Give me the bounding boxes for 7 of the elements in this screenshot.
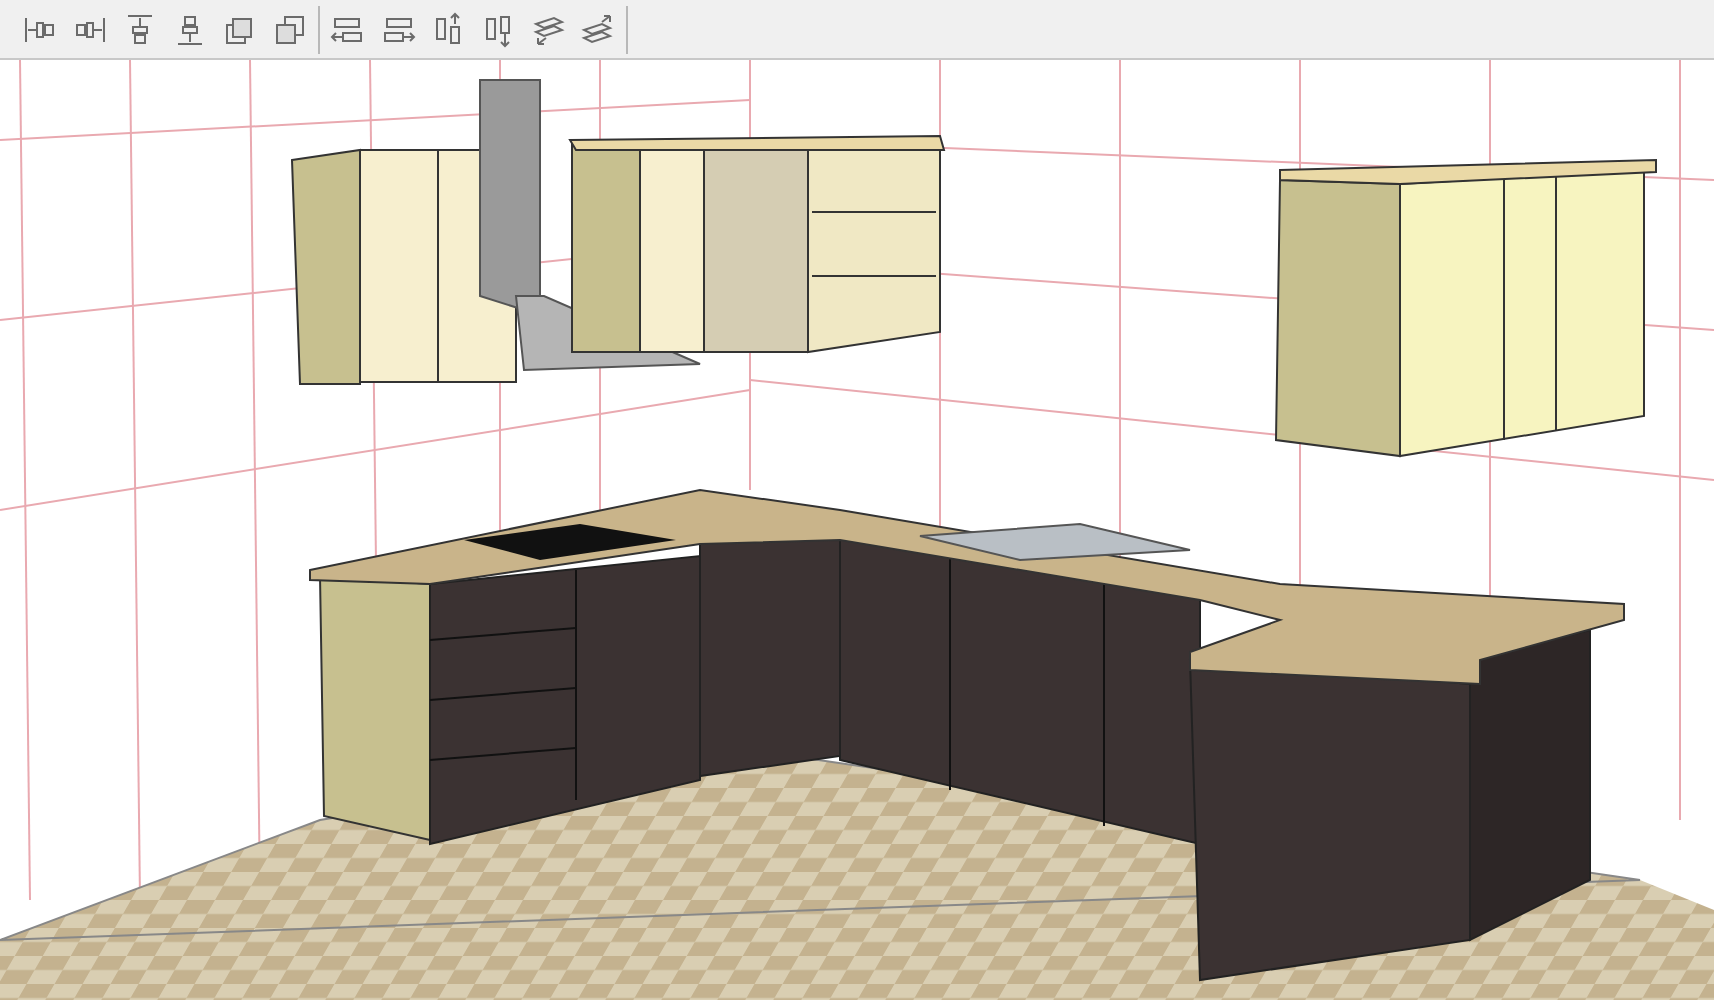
layers-icon — [272, 11, 308, 47]
move-up-icon — [430, 11, 466, 47]
align-top-icon — [122, 11, 158, 47]
move-down-icon — [480, 11, 516, 47]
rotate-icon — [530, 11, 566, 47]
align-bottom-icon — [172, 11, 208, 47]
rotate-icon — [580, 11, 616, 47]
